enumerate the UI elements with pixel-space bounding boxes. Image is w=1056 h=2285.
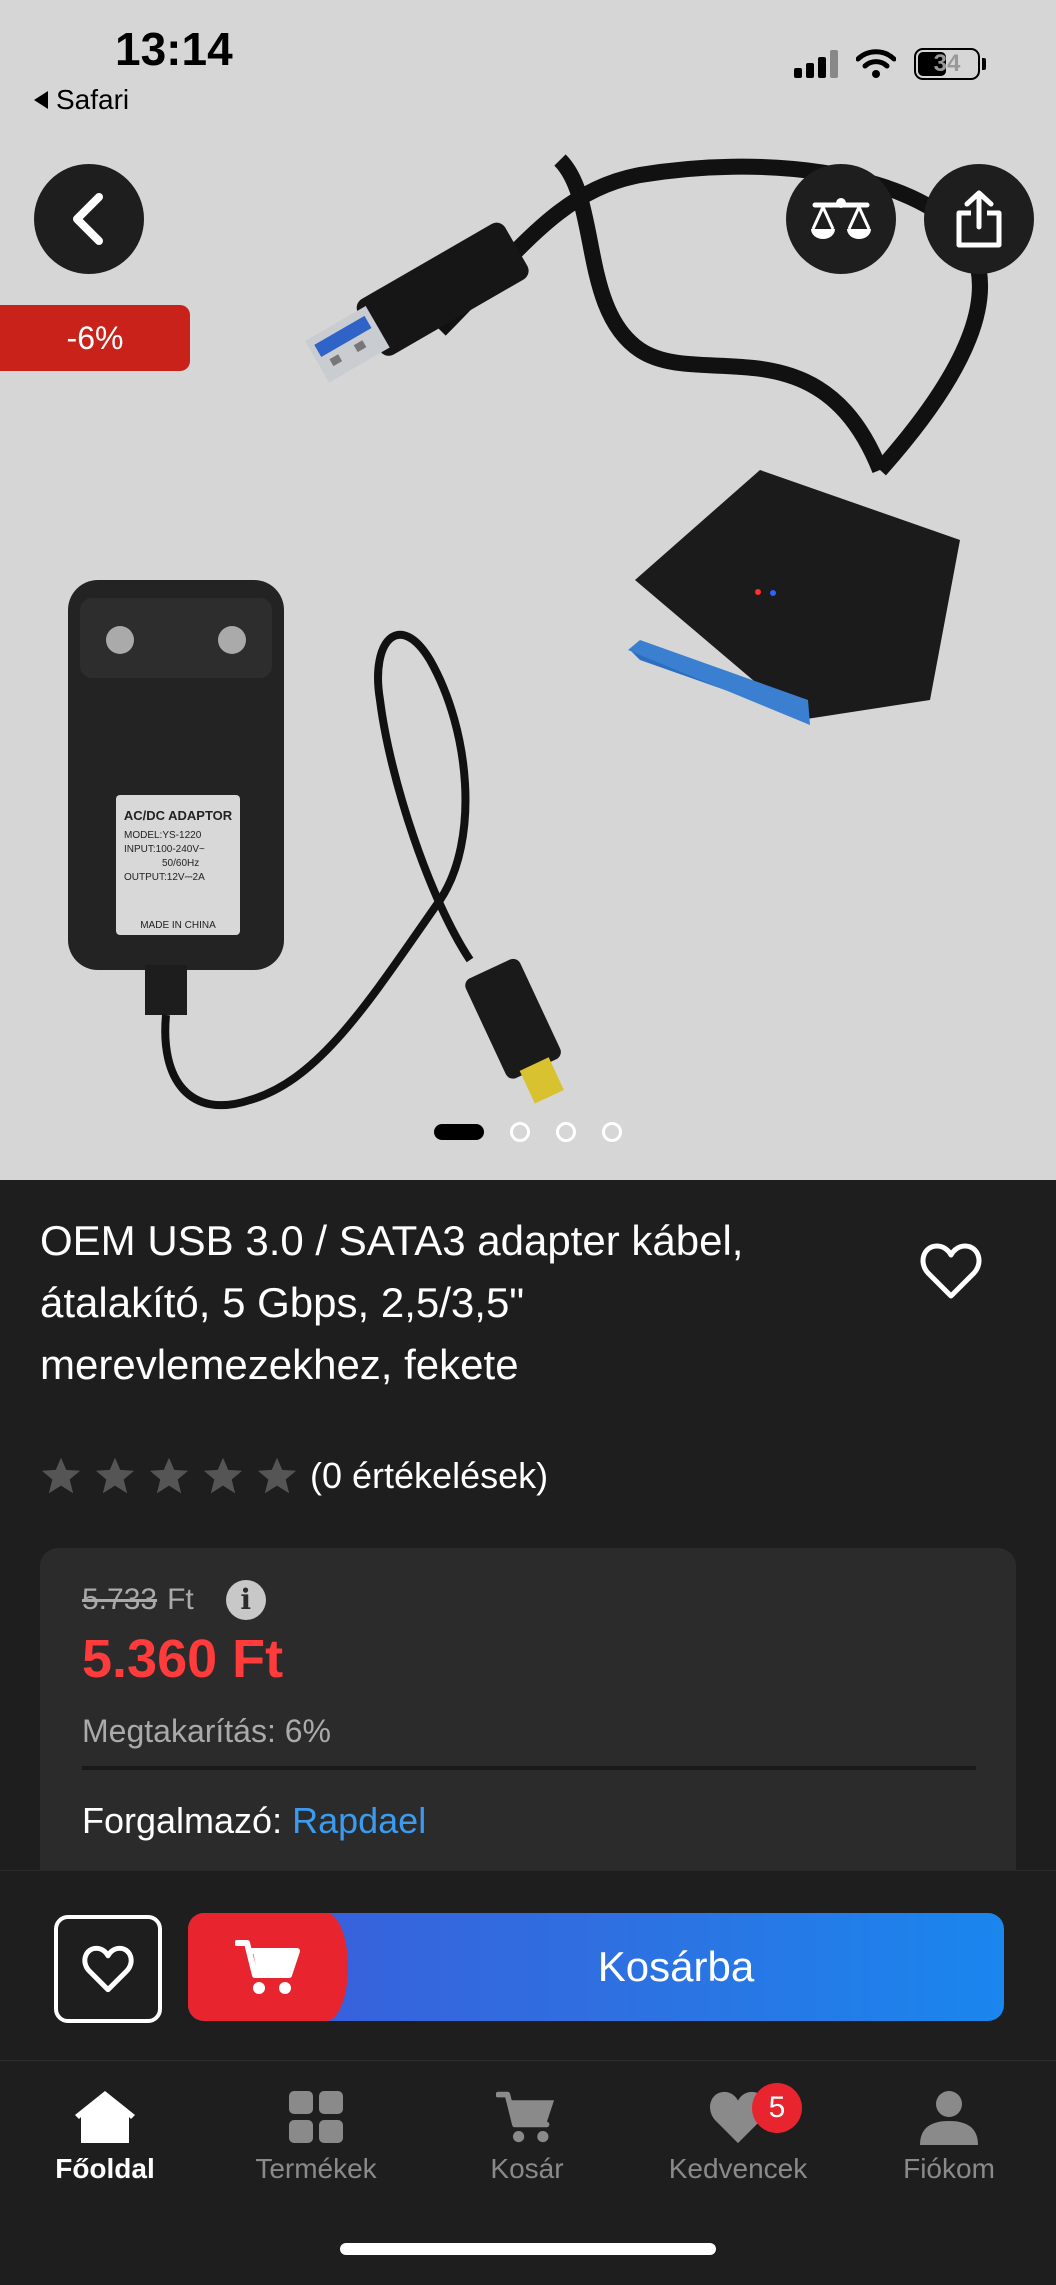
user-icon (920, 2091, 978, 2145)
tab-label: Termékek (255, 2153, 377, 2184)
star-icon (95, 1457, 135, 1494)
grid-icon (289, 2091, 343, 2143)
scale-icon (811, 198, 871, 239)
rating-stars (40, 1456, 298, 1496)
back-button[interactable] (34, 164, 144, 274)
status-indicators: 34 (794, 48, 986, 80)
favorites-count-badge: 5 (752, 2083, 802, 2133)
price-card: 5.733 Ft i 5.360 Ft Megtakarítás: 6% For… (40, 1548, 1016, 1908)
star-icon (149, 1457, 189, 1494)
battery-icon: 34 (914, 48, 980, 80)
savings-text: Megtakarítás: 6% (82, 1713, 331, 1749)
share-button[interactable] (924, 164, 1034, 274)
info-icon[interactable]: i (225, 1580, 266, 1620)
divider (82, 1766, 976, 1770)
star-icon (203, 1457, 243, 1494)
compare-button[interactable] (786, 164, 896, 274)
seller-link[interactable]: Rapdael (292, 1800, 426, 1841)
add-to-cart-label: Kosárba (597, 1943, 755, 1990)
adaptor-label-model: MODEL:YS-1220 (124, 830, 202, 841)
tab-account[interactable]: Fiókom (849, 2089, 1049, 2185)
product-image-gallery[interactable]: AC/DC ADAPTOR MODEL:YS-1220 INPUT:100-24… (0, 0, 1056, 1180)
add-to-cart-button[interactable]: Kosárba (188, 1913, 1004, 2021)
tab-label: Főoldal (55, 2153, 155, 2184)
seller-label: Forgalmazó: (82, 1800, 283, 1841)
cellular-signal-icon (794, 50, 838, 78)
adaptor-label-input: INPUT:100-240V~ (124, 844, 205, 855)
bottom-tab-bar: Főoldal Termékek Kosár 5 Kedvencek Fióko… (0, 2060, 1056, 2285)
battery-percent: 34 (933, 50, 961, 77)
tab-favorites[interactable]: 5 Kedvencek (638, 2083, 838, 2185)
add-to-favorites-button[interactable] (54, 1915, 162, 2023)
discount-badge: -6% (0, 305, 190, 371)
product-title: OEM USB 3.0 / SATA3 adapter kábel, átala… (40, 1217, 744, 1388)
tab-label: Kedvencek (668, 2153, 808, 2184)
product-photo: AC/DC ADAPTOR MODEL:YS-1220 INPUT:100-24… (68, 154, 989, 1109)
pagination-dot[interactable] (510, 1122, 530, 1142)
image-pagination[interactable] (0, 1122, 1056, 1142)
heart-outline-icon (82, 1945, 134, 1993)
home-indicator (340, 2243, 716, 2255)
chevron-left-icon (73, 193, 103, 245)
cart-icon (496, 2091, 555, 2143)
adaptor-label-hz: 50/60Hz (162, 858, 199, 869)
star-icon (41, 1457, 81, 1494)
adaptor-label-origin: MADE IN CHINA (140, 920, 216, 931)
cart-icon (235, 1940, 300, 1994)
tab-label: Kosár (490, 2153, 564, 2184)
pagination-dot[interactable] (556, 1122, 576, 1142)
seller-info: Forgalmazó: Rapdael (82, 1800, 426, 1842)
original-price-currency: Ft (167, 1583, 194, 1616)
adaptor-label-output: OUTPUT:12V⎓2A (124, 872, 205, 883)
adaptor-label-title: AC/DC ADAPTOR (124, 808, 233, 823)
tab-cart[interactable]: Kosár (427, 2089, 627, 2185)
current-price: 5.360 Ft (82, 1629, 284, 1689)
star-icon (257, 1457, 297, 1494)
wifi-icon (856, 49, 896, 78)
rating-count[interactable]: (0 értékelések) (310, 1455, 548, 1497)
status-time: 13:14 (115, 23, 233, 75)
tab-products[interactable]: Termékek (216, 2089, 416, 2185)
purchase-action-bar: Kosárba (0, 1870, 1056, 2060)
back-triangle-icon (34, 91, 48, 109)
home-icon (75, 2091, 135, 2143)
product-rating[interactable]: (0 értékelések) (40, 1455, 548, 1497)
favorite-heart-icon[interactable] (920, 1242, 982, 1300)
tab-home[interactable]: Főoldal (5, 2089, 205, 2185)
share-icon (956, 190, 1002, 248)
pagination-dot[interactable] (434, 1124, 484, 1140)
back-to-safari[interactable]: Safari (34, 84, 129, 116)
tab-label: Fiókom (903, 2153, 995, 2184)
pagination-dot[interactable] (602, 1122, 622, 1142)
original-price-value: 5.733 (82, 1583, 158, 1616)
back-app-label: Safari (56, 84, 130, 115)
original-price: 5.733 Ft i (82, 1580, 266, 1620)
